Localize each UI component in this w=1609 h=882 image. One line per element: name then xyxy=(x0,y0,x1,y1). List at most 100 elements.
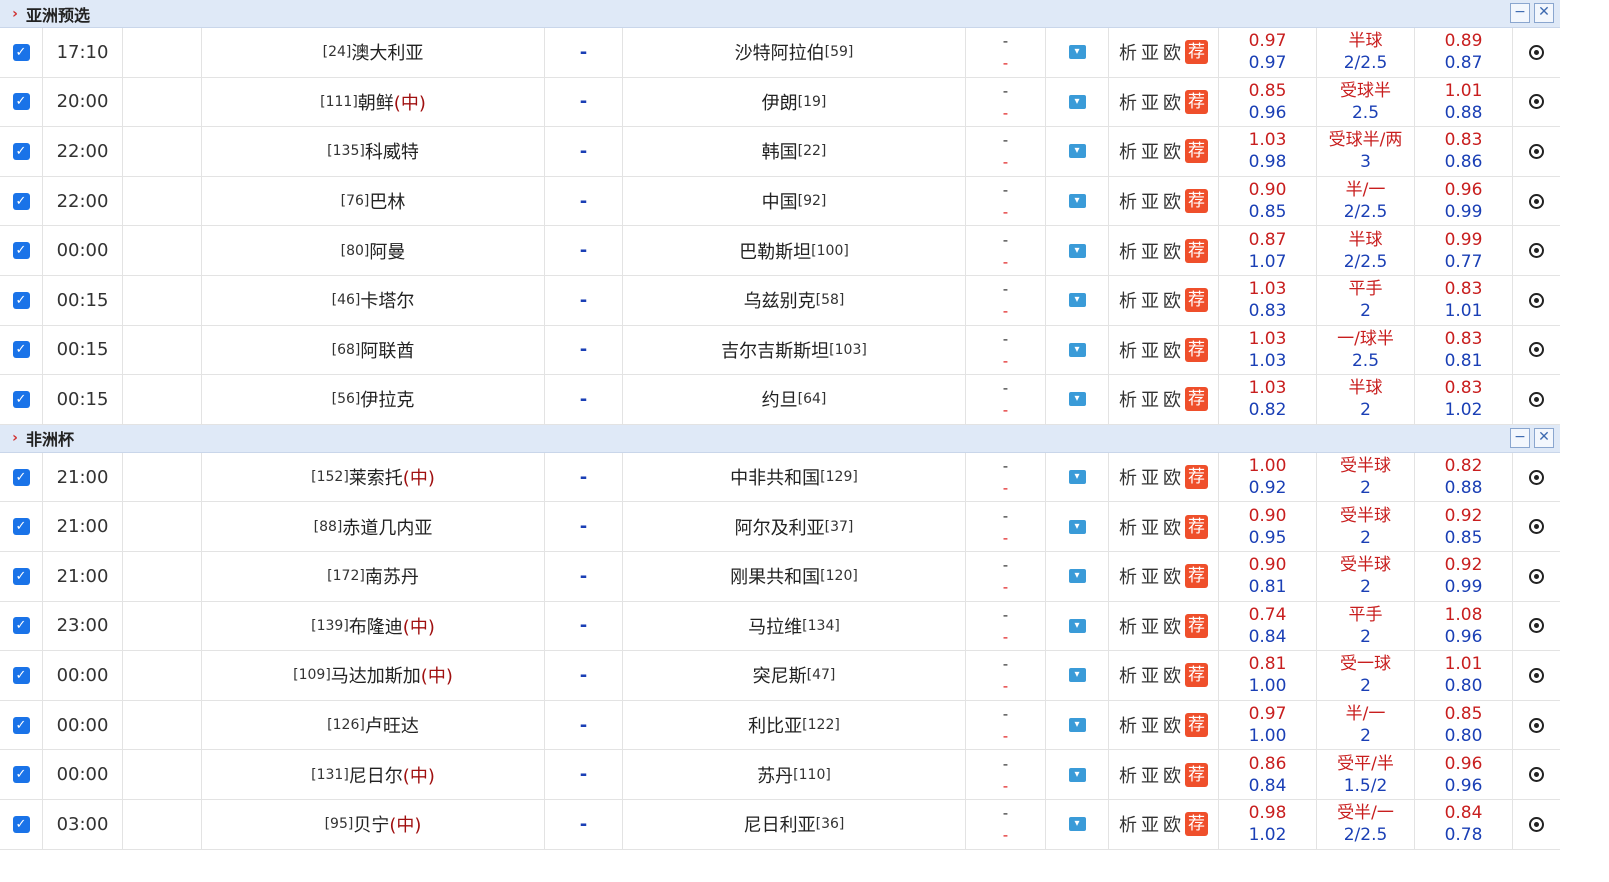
away-team[interactable]: 尼日利亚 [36] xyxy=(623,799,966,849)
analysis-link[interactable]: 析 xyxy=(1119,514,1137,540)
handicap-line[interactable]: 受球半 2.5 xyxy=(1317,77,1415,127)
away-odds[interactable]: 0.96 0.99 xyxy=(1415,176,1513,226)
home-team[interactable]: [131] 尼日尔 (中) xyxy=(202,750,545,799)
away-team[interactable]: 利比亚 [122] xyxy=(623,700,966,750)
handicap-line[interactable]: 半球 2/2.5 xyxy=(1317,226,1415,275)
home-team[interactable]: [46] 卡塔尔 xyxy=(202,275,545,325)
tv-dropdown-icon[interactable]: ▾ xyxy=(1068,618,1086,633)
away-team[interactable]: 中国 [92] xyxy=(623,176,966,226)
football-icon[interactable] xyxy=(1529,816,1544,832)
asia-link[interactable]: 亚 xyxy=(1141,89,1159,115)
analysis-link[interactable]: 析 xyxy=(1119,238,1137,264)
football-icon[interactable] xyxy=(1529,568,1544,584)
home-odds[interactable]: 0.74 0.84 xyxy=(1219,601,1317,651)
recommend-badge[interactable]: 荐 xyxy=(1185,40,1208,65)
analysis-link[interactable]: 析 xyxy=(1119,188,1137,214)
home-odds[interactable]: 1.03 1.03 xyxy=(1219,325,1317,375)
euro-link[interactable]: 欧 xyxy=(1163,464,1181,490)
handicap-line[interactable]: 受一球 2 xyxy=(1317,651,1415,700)
euro-link[interactable]: 欧 xyxy=(1163,89,1181,115)
analysis-link[interactable]: 析 xyxy=(1119,464,1137,490)
checkbox-icon[interactable]: ✓ xyxy=(12,291,30,309)
football-icon[interactable] xyxy=(1529,618,1544,634)
home-team[interactable]: [88] 赤道几内亚 xyxy=(202,502,545,551)
checkbox-icon[interactable]: ✓ xyxy=(12,341,30,359)
analysis-link[interactable]: 析 xyxy=(1119,138,1137,164)
euro-link[interactable]: 欧 xyxy=(1163,762,1181,788)
asia-link[interactable]: 亚 xyxy=(1141,287,1159,313)
recommend-badge[interactable]: 荐 xyxy=(1185,288,1208,313)
analysis-link[interactable]: 析 xyxy=(1119,811,1137,837)
recommend-badge[interactable]: 荐 xyxy=(1185,812,1208,837)
recommend-badge[interactable]: 荐 xyxy=(1185,139,1208,164)
recommend-badge[interactable]: 荐 xyxy=(1185,514,1208,539)
home-team[interactable]: [111] 朝鲜 (中) xyxy=(202,77,545,127)
handicap-line[interactable]: 半球 2 xyxy=(1317,375,1415,424)
home-team[interactable]: [56] 伊拉克 xyxy=(202,375,545,424)
recommend-badge[interactable]: 荐 xyxy=(1185,238,1208,263)
checkbox-icon[interactable]: ✓ xyxy=(12,192,30,210)
football-icon[interactable] xyxy=(1529,243,1544,259)
away-team[interactable]: 巴勒斯坦 [100] xyxy=(623,226,966,275)
home-odds[interactable]: 1.03 0.83 xyxy=(1219,275,1317,325)
football-icon[interactable] xyxy=(1529,469,1544,485)
tv-dropdown-icon[interactable]: ▾ xyxy=(1068,342,1086,357)
league-header[interactable]: › 非洲杯 − ✕ xyxy=(0,424,1560,453)
euro-link[interactable]: 欧 xyxy=(1163,662,1181,688)
handicap-line[interactable]: 受半/一 2/2.5 xyxy=(1317,799,1415,849)
away-team[interactable]: 中非共和国 [129] xyxy=(623,452,966,502)
football-icon[interactable] xyxy=(1529,342,1544,358)
chevron-right-icon[interactable]: › xyxy=(4,6,26,22)
football-icon[interactable] xyxy=(1529,94,1544,110)
collapse-icon[interactable]: − xyxy=(1510,3,1530,23)
analysis-link[interactable]: 析 xyxy=(1119,287,1137,313)
away-odds[interactable]: 0.92 0.85 xyxy=(1415,502,1513,551)
handicap-line[interactable]: 半/一 2/2.5 xyxy=(1317,176,1415,226)
analysis-link[interactable]: 析 xyxy=(1119,762,1137,788)
home-odds[interactable]: 0.97 0.97 xyxy=(1219,28,1317,77)
close-icon[interactable]: ✕ xyxy=(1534,427,1554,448)
recommend-badge[interactable]: 荐 xyxy=(1185,89,1208,114)
tv-dropdown-icon[interactable]: ▾ xyxy=(1068,569,1086,584)
home-odds[interactable]: 1.03 0.98 xyxy=(1219,127,1317,176)
football-icon[interactable] xyxy=(1529,767,1544,783)
away-odds[interactable]: 1.08 0.96 xyxy=(1415,601,1513,651)
checkbox-icon[interactable]: ✓ xyxy=(12,766,30,784)
euro-link[interactable]: 欧 xyxy=(1163,287,1181,313)
away-team[interactable]: 苏丹 [110] xyxy=(623,750,966,799)
asia-link[interactable]: 亚 xyxy=(1141,337,1159,363)
euro-link[interactable]: 欧 xyxy=(1163,138,1181,164)
checkbox-icon[interactable]: ✓ xyxy=(12,43,30,61)
asia-link[interactable]: 亚 xyxy=(1141,762,1159,788)
away-odds[interactable]: 0.83 1.02 xyxy=(1415,375,1513,424)
checkbox-icon[interactable]: ✓ xyxy=(12,716,30,734)
asia-link[interactable]: 亚 xyxy=(1141,514,1159,540)
home-team[interactable]: [126] 卢旺达 xyxy=(202,700,545,750)
tv-dropdown-icon[interactable]: ▾ xyxy=(1068,293,1086,308)
handicap-line[interactable]: 受平/半 1.5/2 xyxy=(1317,750,1415,799)
home-odds[interactable]: 0.98 1.02 xyxy=(1219,799,1317,849)
away-team[interactable]: 马拉维 [134] xyxy=(623,601,966,651)
football-icon[interactable] xyxy=(1529,667,1544,683)
asia-link[interactable]: 亚 xyxy=(1141,188,1159,214)
home-odds[interactable]: 1.00 0.92 xyxy=(1219,452,1317,502)
analysis-link[interactable]: 析 xyxy=(1119,662,1137,688)
home-team[interactable]: [24] 澳大利亚 xyxy=(202,28,545,77)
away-odds[interactable]: 0.92 0.99 xyxy=(1415,551,1513,601)
handicap-line[interactable]: 一/球半 2.5 xyxy=(1317,325,1415,375)
away-team[interactable]: 约旦 [64] xyxy=(623,375,966,424)
asia-link[interactable]: 亚 xyxy=(1141,563,1159,589)
away-odds[interactable]: 0.83 0.86 xyxy=(1415,127,1513,176)
away-team[interactable]: 乌兹别克 [58] xyxy=(623,275,966,325)
checkbox-icon[interactable]: ✓ xyxy=(12,390,30,408)
recommend-badge[interactable]: 荐 xyxy=(1185,613,1208,638)
tv-dropdown-icon[interactable]: ▾ xyxy=(1068,668,1086,683)
recommend-badge[interactable]: 荐 xyxy=(1185,387,1208,412)
chevron-right-icon[interactable]: › xyxy=(4,430,26,446)
asia-link[interactable]: 亚 xyxy=(1141,39,1159,65)
tv-dropdown-icon[interactable]: ▾ xyxy=(1068,718,1086,733)
checkbox-icon[interactable]: ✓ xyxy=(12,617,30,635)
asia-link[interactable]: 亚 xyxy=(1141,811,1159,837)
euro-link[interactable]: 欧 xyxy=(1163,613,1181,639)
home-team[interactable]: [152] 莱索托 (中) xyxy=(202,452,545,502)
